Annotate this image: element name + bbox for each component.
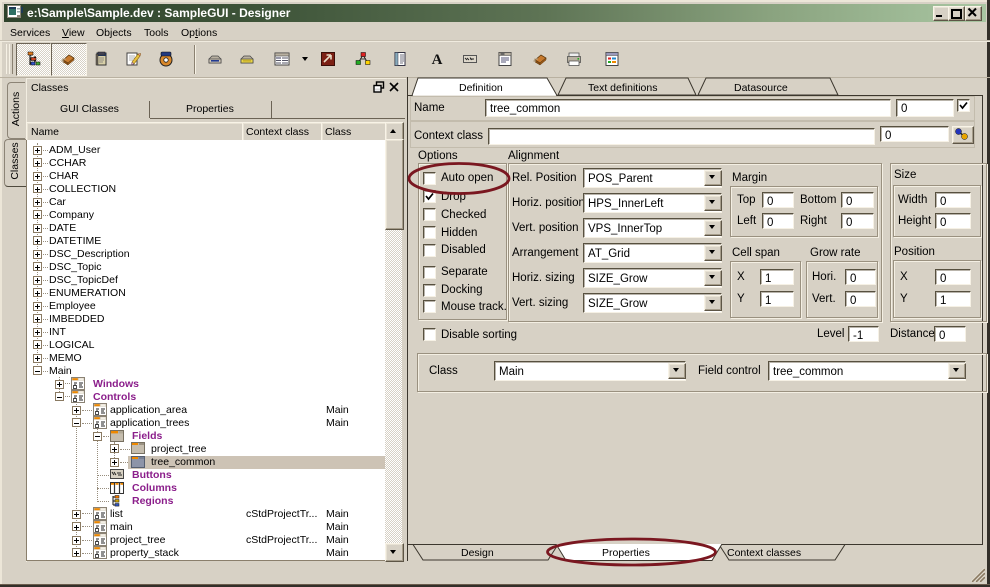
svg-text:A: A [432, 52, 443, 67]
